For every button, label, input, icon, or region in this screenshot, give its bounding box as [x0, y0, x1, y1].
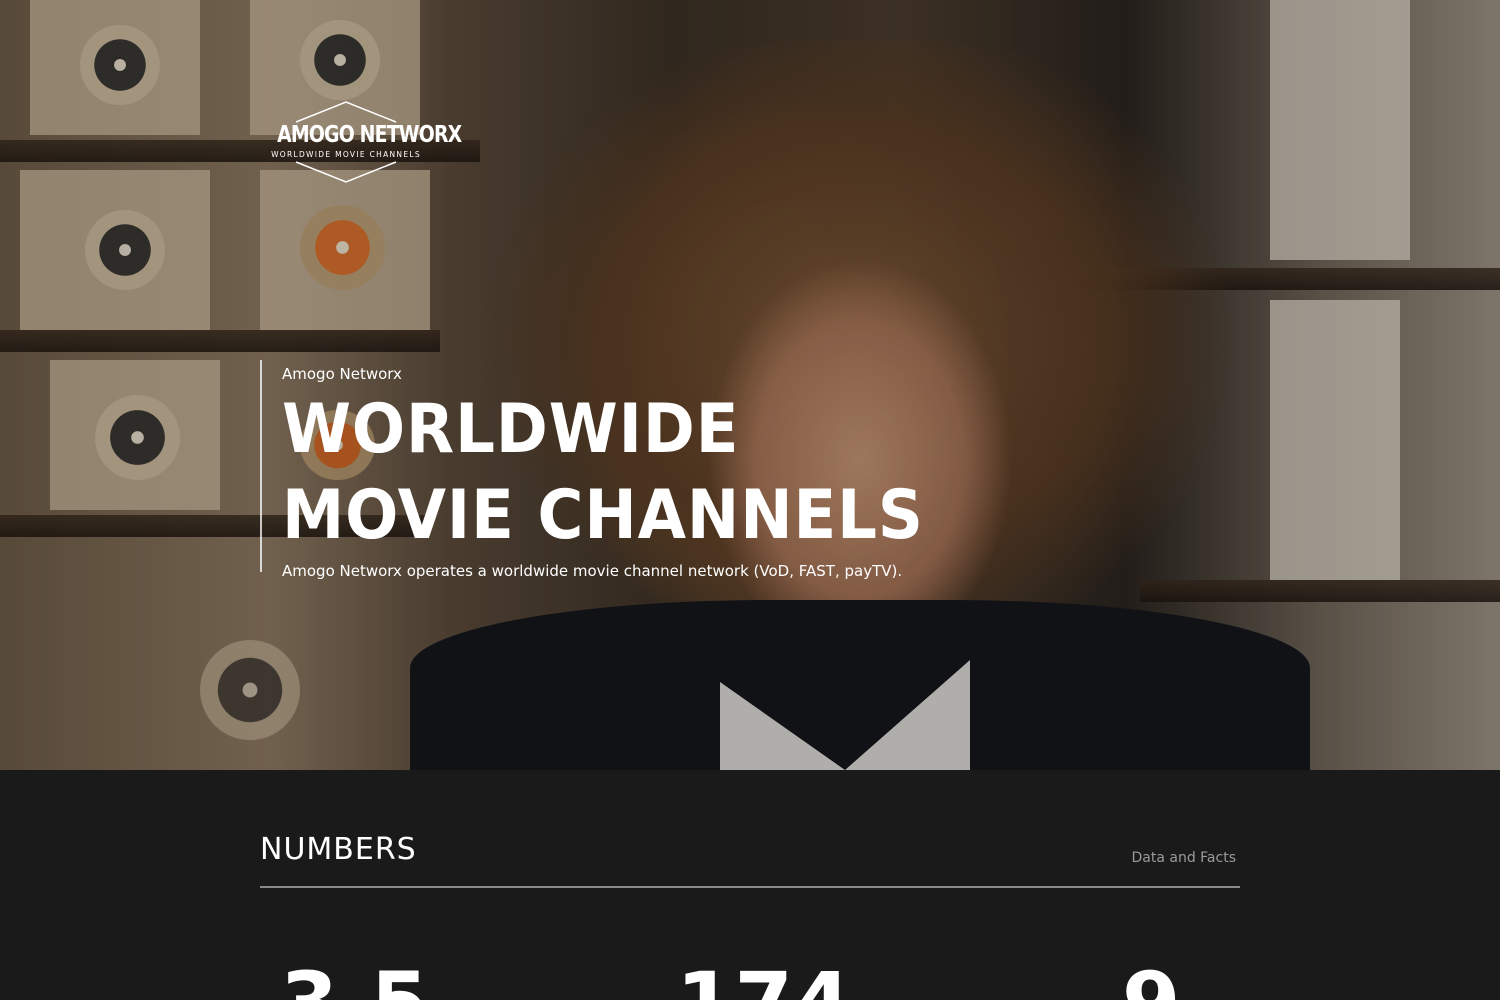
- hero-headline-line-2: MOVIE CHANNELS: [282, 476, 924, 555]
- numbers-header: NUMBERS Data and Facts: [260, 830, 1240, 888]
- hero-headline-line-1: WORLDWIDE: [282, 390, 740, 469]
- stat-value: 174: [676, 958, 851, 1000]
- hero-headline: WORLDWIDE MOVIE CHANNELS: [282, 387, 961, 559]
- logo-title: AMOGO NETWORX: [277, 122, 462, 148]
- numbers-title: NUMBERS: [260, 832, 417, 867]
- hero-intro: Amogo Networx WORLDWIDE MOVIE CHANNELS A…: [260, 360, 1020, 580]
- hero-section: AMOGO NETWORX WORLDWIDE MOVIE CHANNELS A…: [0, 0, 1500, 770]
- hero-eyebrow: Amogo Networx: [282, 365, 402, 383]
- numbers-section: NUMBERS Data and Facts 3,5 174 9: [0, 770, 1500, 1000]
- numbers-tagline: Data and Facts: [1131, 850, 1237, 866]
- amogo-networx-logo[interactable]: AMOGO NETWORX WORLDWIDE MOVIE CHANNELS: [262, 100, 462, 184]
- stat-value: 3,5: [280, 958, 429, 1000]
- stat-value: 9: [1122, 958, 1180, 1000]
- logo-subtitle: WORLDWIDE MOVIE CHANNELS: [271, 150, 421, 159]
- hero-description: Amogo Networx operates a worldwide movie…: [282, 562, 903, 580]
